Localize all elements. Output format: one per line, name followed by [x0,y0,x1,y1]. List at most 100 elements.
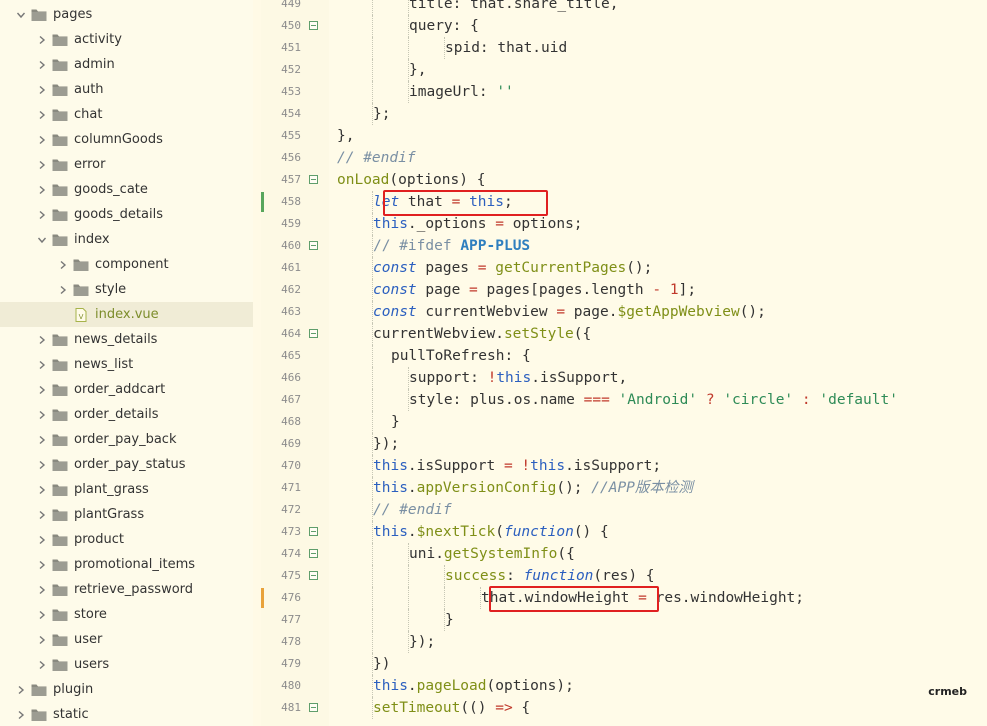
chevron-right-icon[interactable] [36,452,48,477]
tree-folder-item[interactable]: index [0,227,253,252]
tree-folder-item[interactable]: goods_cate [0,177,253,202]
file-explorer: pages activity admin auth chat columnGoods err… [0,0,253,726]
chevron-right-icon[interactable] [36,177,48,202]
line-number: 475 [281,569,301,582]
chevron-right-icon[interactable] [36,652,48,677]
chevron-right-icon[interactable] [36,52,48,77]
explorer-divider[interactable] [253,0,261,726]
tree-folder-item[interactable]: error [0,152,253,177]
indent-guide [372,59,373,81]
tree-folder-item[interactable]: order_pay_status [0,452,253,477]
chevron-right-icon[interactable] [15,677,27,702]
code-token: currentWebview. [373,326,504,342]
tree-folder-item[interactable]: promotional_items [0,552,253,577]
code-token: } [445,612,454,628]
fold-toggle-icon[interactable] [309,175,318,184]
chevron-right-icon[interactable] [36,377,48,402]
chevron-right-icon[interactable] [36,102,48,127]
code-editor[interactable]: title: that.share_title, query: {spid: th… [329,0,987,726]
chevron-right-icon[interactable] [36,527,48,552]
tree-folder-item[interactable]: columnGoods [0,127,253,152]
chevron-right-icon[interactable] [36,27,48,52]
tree-folder-item[interactable]: plugin [0,677,253,702]
code-token: style: plus.os.name [409,392,584,408]
line-number: 480 [281,679,301,692]
code-token: // #endif [337,150,416,166]
chevron-right-icon[interactable] [36,202,48,227]
code-token: const [373,282,417,298]
tree-file-item[interactable]: Vindex.vue [0,302,253,327]
code-token: setStyle [503,326,574,342]
chevron-right-icon[interactable] [57,277,69,302]
chevron-right-icon[interactable] [36,152,48,177]
fold-toggle-icon[interactable] [309,703,318,712]
tree-folder-item[interactable]: product [0,527,253,552]
chevron-right-icon[interactable] [15,702,27,726]
tree-folder-item[interactable]: pages [0,2,253,27]
tree-folder-item[interactable]: retrieve_password [0,577,253,602]
line-number: 449 [281,0,301,10]
tree-folder-item[interactable]: style [0,277,253,302]
code-line: this.isSupport = !this.isSupport; [373,455,661,477]
tree-item-label: error [74,157,106,172]
fold-toggle-icon[interactable] [309,571,318,580]
fold-toggle-icon[interactable] [309,21,318,30]
tree-folder-item[interactable]: news_details [0,327,253,352]
tree-folder-item[interactable]: component [0,252,253,277]
tree-folder-item[interactable]: store [0,602,253,627]
chevron-right-icon[interactable] [36,352,48,377]
chevron-right-icon[interactable] [36,327,48,352]
tree-folder-item[interactable]: order_pay_back [0,427,253,452]
code-token: }) [373,656,391,672]
chevron-right-icon[interactable] [36,602,48,627]
line-number: 471 [281,481,301,494]
code-token: options; [503,216,583,232]
fold-toggle-icon[interactable] [309,549,318,558]
code-token: (options); [486,678,574,694]
chevron-right-icon[interactable] [36,502,48,527]
tree-item-label: style [95,282,127,297]
chevron-right-icon[interactable] [36,552,48,577]
chevron-down-icon[interactable] [15,2,27,27]
chevron-down-icon[interactable] [36,227,48,252]
folder-icon [52,408,68,422]
tree-item-label: user [74,632,103,647]
code-line: const pages = getCurrentPages(); [373,257,652,279]
code-token: .isSupport, [531,370,628,386]
tree-folder-item[interactable]: activity [0,27,253,52]
tree-folder-item[interactable]: plantGrass [0,502,253,527]
line-number: 477 [281,613,301,626]
fold-toggle-icon[interactable] [309,241,318,250]
folder-icon [52,358,68,372]
tree-folder-item[interactable]: news_list [0,352,253,377]
code-line: onLoad(options) { [337,169,485,191]
tree-folder-item[interactable]: goods_details [0,202,253,227]
chevron-right-icon[interactable] [36,127,48,152]
tree-folder-item[interactable]: chat [0,102,253,127]
code-token: currentWebview [416,304,557,320]
tree-folder-item[interactable]: admin [0,52,253,77]
line-number: 468 [281,415,301,428]
fold-toggle-icon[interactable] [309,527,318,536]
chevron-right-icon[interactable] [36,627,48,652]
tree-folder-item[interactable]: order_addcart [0,377,253,402]
line-number: 456 [281,151,301,164]
tree-folder-item[interactable]: users [0,652,253,677]
folder-icon [73,258,89,272]
tree-folder-item[interactable]: static [0,702,253,726]
line-number: 470 [281,459,301,472]
fold-toggle-icon[interactable] [309,329,318,338]
chevron-right-icon[interactable] [36,77,48,102]
tree-folder-item[interactable]: user [0,627,253,652]
tree-folder-item[interactable]: order_details [0,402,253,427]
chevron-right-icon[interactable] [36,577,48,602]
chevron-right-icon[interactable] [36,427,48,452]
chevron-right-icon[interactable] [57,252,69,277]
chevron-right-icon[interactable] [36,477,48,502]
tree-folder-item[interactable]: auth [0,77,253,102]
tree-folder-item[interactable]: plant_grass [0,477,253,502]
folder-icon [52,608,68,622]
code-token: ? [705,392,715,408]
chevron-right-icon[interactable] [36,402,48,427]
